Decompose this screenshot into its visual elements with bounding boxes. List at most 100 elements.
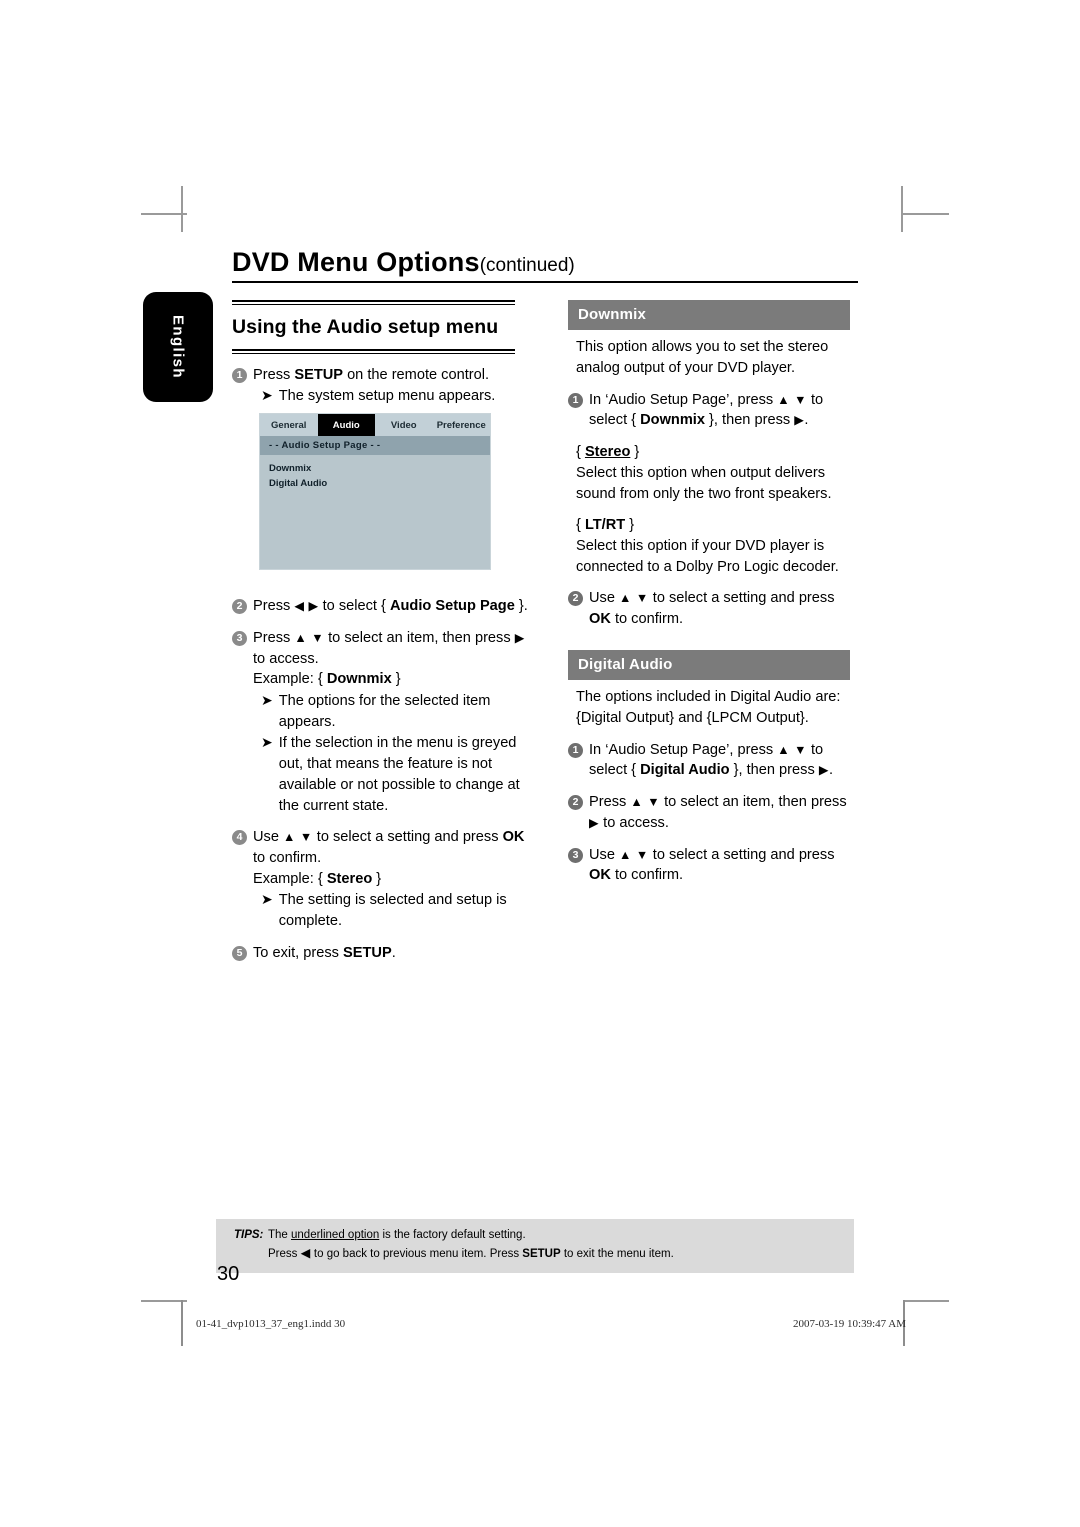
step-item: 1 In ‘Audio Setup Page’, press ▲ ▼ to se… [568, 390, 860, 431]
step-body: Use ▲ ▼ to select a setting and press OK… [589, 846, 835, 884]
setup-key: SETUP [343, 944, 392, 961]
up-down-arrow-icon: ▲ ▼ [777, 392, 807, 407]
sub-bullet: ➤ The system setup menu appears. [253, 386, 532, 407]
step-body: Use ▲ ▼ to select a setting and press OK… [253, 827, 532, 932]
step-item: 2 Use ▲ ▼ to select a setting and press … [568, 588, 860, 629]
step-item: 4 Use ▲ ▼ to select a setting and press … [232, 827, 532, 932]
arrow-right-icon: ➤ [261, 734, 273, 751]
page-title-continued: (continued) [479, 255, 575, 276]
step-body: Press ▲ ▼ to select an item, then press … [253, 628, 532, 816]
screenshot-tab-video: Video [390, 419, 417, 431]
step-body: Press SETUP on the remote control. ➤ The… [253, 365, 532, 407]
up-down-arrow-icon: ▲ ▼ [777, 742, 807, 757]
tips-box: TIPS: The underlined option is the facto… [216, 1219, 854, 1273]
tips-line-2-tail: to exit the menu item. [560, 1248, 674, 1261]
print-footer-file: 01-41_dvp1013_37_eng1.indd 30 [196, 1318, 346, 1330]
section-intro: This option allows you to set the stereo… [576, 339, 829, 377]
screenshot-tab-general: General [271, 419, 307, 431]
step-text: Press ▲ ▼ to select an item, then press … [253, 629, 525, 667]
up-down-arrow-icon: ▲ ▼ [619, 847, 649, 862]
crop-mark-top-right-h [903, 213, 949, 215]
step-text: To exit, press SETUP. [253, 944, 396, 961]
screenshot-tab-preference: Preference [436, 419, 486, 431]
left-right-arrow-icon: ◀ ▶ [294, 599, 319, 614]
step-number: 3 [568, 847, 583, 863]
crop-mark-top-right-v [901, 186, 903, 232]
screenshot-tab-audio: Audio [317, 414, 375, 436]
option-label-ltrt: { LT/RT } [576, 517, 635, 534]
menu-name: Audio Setup Page [389, 598, 515, 615]
step-body: In ‘Audio Setup Page’, press ▲ ▼ to sele… [589, 741, 833, 779]
tips-line-1-underlined: underlined option [291, 1229, 380, 1241]
option-label-stereo: { Stereo } [576, 444, 640, 461]
option-description-ltrt: Select this option if your DVD player is… [576, 538, 839, 575]
screenshot-menu-list: Downmix Digital Audio [260, 455, 490, 491]
step-text-pre: Press [253, 366, 295, 383]
up-down-arrow-icon: ▲ ▼ [619, 591, 649, 606]
up-down-arrow-icon: ▲ ▼ [630, 795, 661, 810]
page-header: DVD Menu Options(continued) [232, 248, 858, 284]
tips-line-1-post: is the factory default setting. [379, 1229, 526, 1241]
step-item: 3 Press ▲ ▼ to select an item, then pres… [232, 628, 532, 816]
right-arrow-icon: ▶ [794, 413, 805, 428]
step-item: 1 Press SETUP on the remote control. ➤ T… [232, 365, 532, 407]
step-body: Use ▲ ▼ to select a setting and press OK… [589, 590, 835, 628]
tips-line-2: Press ◀ to go back to previous menu item… [268, 1246, 674, 1261]
screenshot-menu-item-downmix: Downmix [269, 463, 312, 474]
step-item: 5 To exit, press SETUP. [232, 943, 532, 964]
screenshot-page-title: - - Audio Setup Page - - [260, 436, 490, 455]
sub-bullet-text: The options for the selected item appear… [278, 693, 491, 730]
title-rule [232, 281, 858, 284]
sub-bullet-text: The system setup menu appears. [278, 388, 496, 405]
arrow-right-icon: ➤ [261, 891, 273, 908]
arrow-right-icon: ➤ [261, 692, 273, 708]
section-bar-downmix: Downmix [568, 300, 850, 331]
section-rule-bottom [232, 348, 515, 354]
page-title-text: DVD Menu Options [232, 247, 480, 277]
section-heading: Using the Audio setup menu [232, 316, 499, 338]
option-value: LT/RT [584, 517, 626, 534]
step-number: 2 [568, 795, 583, 811]
right-arrow-icon: ▶ [514, 630, 525, 645]
up-down-arrow-icon: ▲ ▼ [294, 630, 325, 645]
crop-mark-bottom-right-h [903, 1300, 949, 1302]
page-title: DVD Menu Options(continued) [232, 248, 858, 276]
right-column: Downmix This option allows you to set th… [568, 300, 860, 886]
step-number: 2 [568, 591, 583, 607]
sub-bullet: ➤ The options for the selected item appe… [253, 691, 532, 732]
sub-bullet: ➤ If the selection in the menu is greyed… [253, 733, 532, 816]
tips-lines: The underlined option is the factory def… [268, 1227, 854, 1264]
right-arrow-icon: ▶ [589, 815, 600, 830]
crop-mark-bottom-left-v [181, 1300, 183, 1346]
page-number: 30 [217, 1263, 240, 1285]
document-page: DVD Menu Options(continued) English Usin… [0, 0, 1080, 1527]
step-number: 1 [232, 367, 247, 383]
sub-bullet-text: The setting is selected and setup is com… [278, 892, 507, 930]
left-column: Using the Audio setup menu 1 Press SETUP… [232, 300, 532, 964]
step-body: Press ▲ ▼ to select an item, then press … [589, 794, 847, 831]
tips-line-1-pre: The [268, 1229, 292, 1241]
example-value: Downmix [326, 671, 392, 688]
step-body: Press ◀ ▶ to select { Audio Setup Page }… [253, 596, 532, 617]
step-text: Press ◀ ▶ to select { Audio Setup Page }… [253, 598, 528, 615]
ok-key: OK [589, 867, 611, 884]
step-item: 1 In ‘Audio Setup Page’, press ▲ ▼ to se… [568, 740, 860, 781]
step-number: 1 [568, 392, 583, 408]
step-number: 4 [232, 830, 247, 846]
step-number: 2 [232, 599, 247, 615]
screenshot-tab-bar: General Audio Video Preference [260, 414, 490, 436]
step-body: In ‘Audio Setup Page’, press ▲ ▼ to sele… [589, 391, 824, 429]
language-tab-label: English [169, 315, 187, 379]
language-tab: English [143, 292, 213, 402]
arrow-right-icon: ➤ [261, 387, 273, 404]
crop-mark-top-left-v [181, 186, 183, 232]
option-description-stereo: Select this option when output delivers … [576, 464, 832, 502]
menu-name: Downmix [640, 412, 705, 429]
tips-line-1: The underlined option is the factory def… [268, 1227, 854, 1244]
step-number: 1 [568, 742, 583, 758]
step-number: 3 [232, 630, 247, 646]
ok-key: OK [589, 611, 611, 628]
print-footer: 01-41_dvp1013_37_eng1.indd 30 2007-03-19… [196, 1318, 906, 1330]
left-arrow-icon: ◀ [300, 1246, 311, 1261]
up-down-arrow-icon: ▲ ▼ [283, 830, 313, 845]
